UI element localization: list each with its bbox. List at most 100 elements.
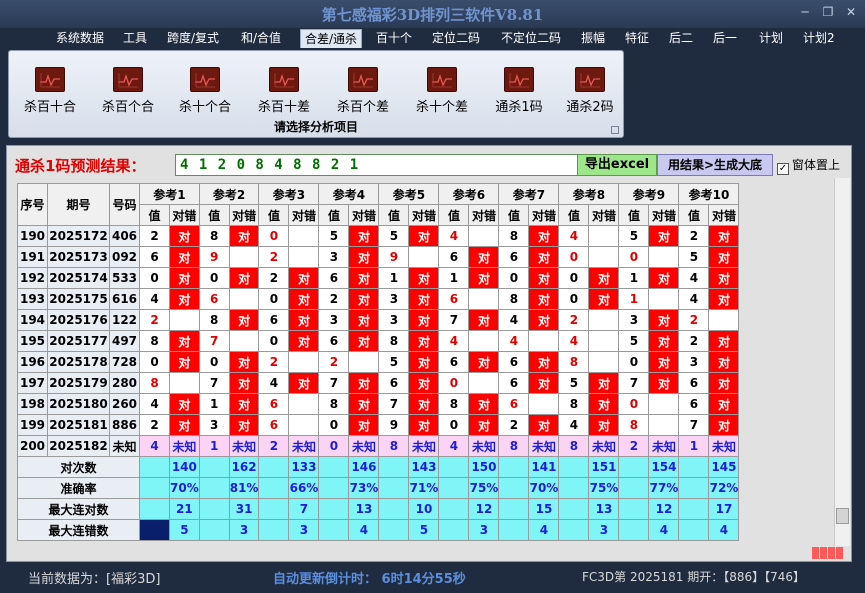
ref-value: 8 — [558, 393, 590, 415]
ref-value: 4 — [438, 330, 470, 352]
stats-spacer — [318, 519, 350, 541]
stats-row: 最大连错数 5 3 3 4 5 3 4 3 4 4 — [17, 519, 740, 541]
row-seq: 197 — [17, 372, 48, 394]
export-excel-button[interactable]: 导出excel — [577, 154, 657, 176]
generate-base-button[interactable]: 用结果>生成大底 — [657, 154, 773, 176]
ok-mark: 对 — [528, 288, 560, 310]
menu-item[interactable]: 百十个 — [372, 29, 416, 48]
stats-spacer — [438, 456, 470, 478]
restore-button[interactable]: ❐ — [818, 4, 838, 20]
ribbon-button[interactable]: 杀百十合 — [17, 67, 83, 125]
status-latest-draw: FC3D第 2025181 期开：【886】【746】 — [582, 570, 806, 584]
ribbon-button[interactable]: 杀百十差 — [251, 67, 317, 125]
ok-mark: 对 — [169, 393, 200, 415]
table-row[interactable]: 198 2025180 260 4 对 1 对 6 8 对 7 对 8 对 6 8 对 0 6 对 — [17, 393, 740, 415]
activity-gauge-icon — [812, 547, 850, 559]
ok-mark: 对 — [408, 267, 440, 289]
ok-mark: 对 — [408, 309, 440, 331]
menu-item[interactable]: 系统数据 — [52, 29, 108, 48]
row-seq: 193 — [17, 288, 48, 310]
ref-value: 6 — [498, 351, 530, 373]
stats-value: 13 — [588, 498, 620, 520]
ribbon-button-label: 杀百十合 — [23, 100, 76, 115]
pending-row[interactable]: 200 2025182 未知 4 未知 1 未知 2 未知 0 未知 8 未知 4 未知 8 未知 8 未知 2 未知 1… — [17, 435, 740, 457]
ok-mark: 对 — [708, 351, 740, 373]
stats-value: 162 — [228, 456, 260, 478]
vertical-scrollbar[interactable] — [834, 178, 850, 546]
ribbon-button-label: 杀十个合 — [178, 100, 231, 115]
ref-value: 1 — [438, 267, 470, 289]
ref-value: 5 — [318, 225, 350, 247]
table-row[interactable]: 196 2025178 728 0 对 0 对 2 2 5 对 6 对 6 对 8 0 对 3 对 — [17, 351, 740, 373]
ref-value: 8 — [438, 393, 470, 415]
subheader-ok: 对错 — [228, 204, 260, 226]
header-ref: 参考4 — [318, 183, 380, 205]
pending-mark: 未知 — [708, 435, 740, 457]
ok-mark: 对 — [348, 225, 380, 247]
pending-value: 4 — [139, 435, 170, 457]
ribbon-button[interactable]: 杀十个合 — [172, 67, 238, 125]
menu-item[interactable]: 跨度/复式 — [163, 29, 223, 48]
stats-spacer — [678, 519, 710, 541]
ribbon-expand-icon[interactable] — [611, 126, 619, 134]
ribbon-button[interactable]: 杀百个合 — [95, 67, 161, 125]
table-row[interactable]: 193 2025175 616 4 对 6 0 对 2 对 3 对 6 8 对 0 对 1 4 对 — [17, 288, 740, 310]
ref-value: 7 — [618, 372, 650, 394]
table-row[interactable]: 191 2025173 092 6 对 9 2 3 对 9 6 对 6 对 0 0 5 对 — [17, 246, 740, 268]
menu-item[interactable]: 工具 — [119, 29, 151, 48]
menu-item[interactable]: 计划 — [755, 29, 787, 48]
menu-item[interactable]: 不定位二码 — [497, 29, 565, 48]
ribbon-button[interactable]: 杀十个差 — [409, 67, 475, 125]
minimize-button[interactable]: ─ — [795, 4, 815, 20]
header-ref: 参考10 — [678, 183, 740, 205]
miss-mark — [588, 309, 620, 331]
stats-row: 准确率 70% 81% 66% 73% 71% 75% 70% 75% 77% 72% — [17, 477, 740, 499]
ref-value: 6 — [438, 288, 470, 310]
row-number: 280 — [109, 372, 140, 394]
stats-value: 75% — [588, 477, 620, 499]
miss-mark — [588, 330, 620, 352]
ok-mark: 对 — [408, 372, 440, 394]
table-row[interactable]: 195 2025177 497 8 对 7 0 对 6 对 8 对 4 4 4 5 对 2 对 — [17, 330, 740, 352]
stats-value: 17 — [708, 498, 740, 520]
prediction-result-field[interactable]: 4 1 2 0 8 4 8 8 2 1 — [175, 154, 585, 176]
table-row[interactable]: 194 2025176 122 2 8 对 6 对 3 对 3 对 7 对 4 对 2 3 对 2 — [17, 309, 740, 331]
row-seq: 191 — [17, 246, 48, 268]
subheader-ok: 对错 — [408, 204, 440, 226]
scrollbar-thumb[interactable] — [836, 508, 849, 524]
menu-item[interactable]: 后一 — [709, 29, 741, 48]
ribbon-button[interactable]: 通杀2码 — [557, 67, 623, 125]
ok-mark: 对 — [528, 351, 560, 373]
close-button[interactable]: ✕ — [841, 4, 861, 20]
ok-mark: 对 — [708, 414, 740, 436]
ok-mark: 对 — [228, 267, 260, 289]
ok-mark: 对 — [169, 330, 200, 352]
row-period: 2025173 — [47, 246, 110, 268]
stats-label: 准确率 — [17, 477, 140, 499]
table-row[interactable]: 197 2025179 280 8 7 对 4 对 7 对 6 对 0 6 对 5 对 7 对 6 对 — [17, 372, 740, 394]
menu-item[interactable]: 特征 — [621, 29, 653, 48]
stats-label: 对次数 — [17, 456, 140, 478]
menu-item[interactable]: 振幅 — [577, 29, 609, 48]
ref-value: 3 — [198, 414, 230, 436]
table-row[interactable]: 190 2025172 406 2 对 8 对 0 5 对 5 对 4 8 对 4 5 对 2 对 — [17, 225, 740, 247]
menu-item[interactable]: 定位二码 — [428, 29, 484, 48]
menu-item[interactable]: 后二 — [665, 29, 697, 48]
ribbon-button-label: 通杀2码 — [566, 100, 614, 115]
stats-spacer — [498, 477, 530, 499]
ref-value: 6 — [318, 330, 350, 352]
ribbon-button[interactable]: 通杀1码 — [486, 67, 552, 125]
subheader-value: 值 — [139, 204, 170, 226]
pending-value: 1 — [198, 435, 230, 457]
table-row[interactable]: 192 2025174 533 0 对 0 对 2 对 6 对 1 对 1 对 0 对 0 对 1 对 4 对 — [17, 267, 740, 289]
menu-item[interactable]: 合差/通杀 — [300, 29, 363, 48]
menu-item[interactable]: 计划2 — [799, 29, 839, 48]
stats-value: 3 — [228, 519, 260, 541]
ok-mark: 对 — [528, 225, 560, 247]
menu-item[interactable]: 和/合值 — [237, 29, 285, 48]
stats-spacer — [318, 477, 350, 499]
ref-value: 2 — [678, 309, 710, 331]
ribbon-button[interactable]: 杀百个差 — [330, 67, 396, 125]
topmost-checkbox[interactable]: ✓ 窗体置上 — [777, 156, 840, 175]
table-row[interactable]: 199 2025181 886 2 对 3 对 6 0 对 9 对 0 对 2 对 4 对 8 7 对 — [17, 414, 740, 436]
